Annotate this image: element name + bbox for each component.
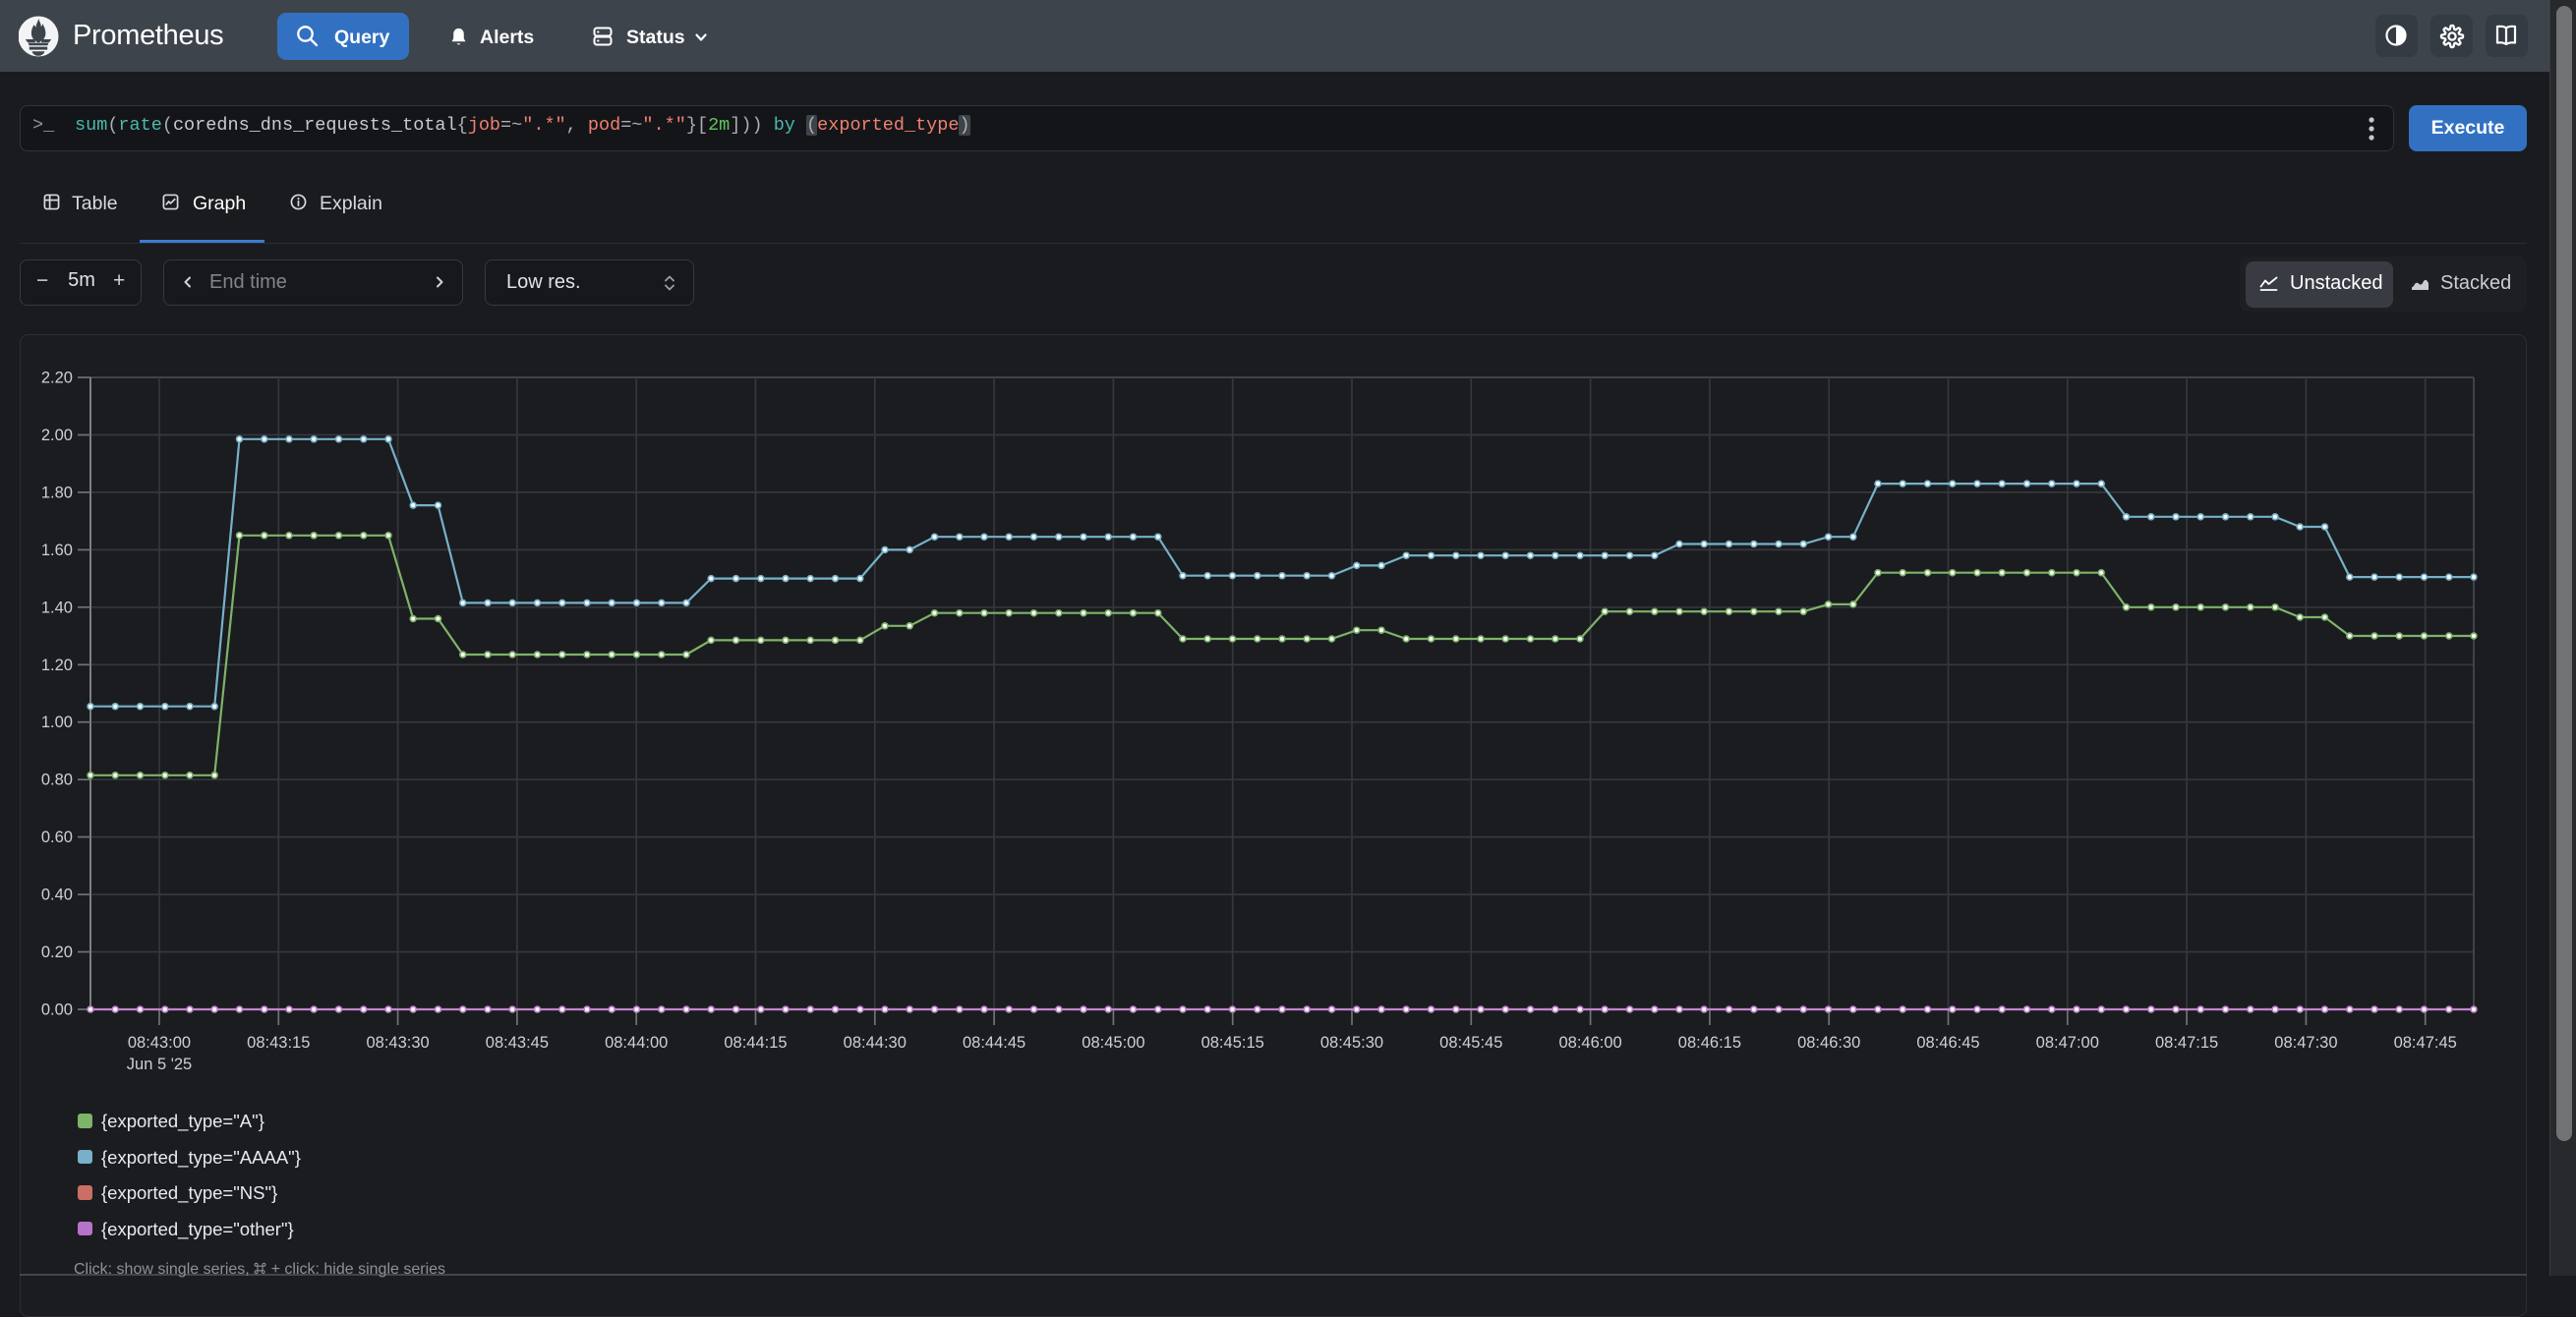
- svg-text:2.00: 2.00: [41, 427, 73, 444]
- svg-text:1.20: 1.20: [41, 657, 73, 674]
- svg-text:0.80: 0.80: [41, 772, 73, 789]
- svg-text:1.80: 1.80: [41, 484, 73, 501]
- svg-text:08:47:15: 08:47:15: [2155, 1034, 2218, 1052]
- svg-text:1.40: 1.40: [41, 599, 73, 616]
- svg-text:08:45:45: 08:45:45: [1439, 1034, 1502, 1052]
- svg-text:08:46:30: 08:46:30: [1797, 1034, 1860, 1052]
- svg-text:08:47:00: 08:47:00: [2036, 1034, 2099, 1052]
- svg-text:08:47:45: 08:47:45: [2394, 1034, 2457, 1052]
- svg-text:0.60: 0.60: [41, 829, 73, 846]
- svg-text:08:45:00: 08:45:00: [1082, 1034, 1144, 1052]
- svg-text:0.00: 0.00: [41, 1002, 73, 1019]
- svg-text:08:43:15: 08:43:15: [247, 1034, 310, 1052]
- svg-text:08:43:45: 08:43:45: [486, 1034, 549, 1052]
- svg-text:08:44:15: 08:44:15: [724, 1034, 787, 1052]
- svg-text:08:43:30: 08:43:30: [366, 1034, 429, 1052]
- svg-text:1.00: 1.00: [41, 714, 73, 731]
- svg-text:08:44:00: 08:44:00: [605, 1034, 668, 1052]
- svg-text:08:46:15: 08:46:15: [1678, 1034, 1741, 1052]
- svg-text:Jun 5 '25: Jun 5 '25: [127, 1056, 192, 1073]
- svg-text:08:44:45: 08:44:45: [963, 1034, 1025, 1052]
- svg-text:08:44:30: 08:44:30: [844, 1034, 907, 1052]
- svg-text:08:45:15: 08:45:15: [1201, 1034, 1264, 1052]
- svg-text:08:46:45: 08:46:45: [1916, 1034, 1979, 1052]
- svg-text:08:45:30: 08:45:30: [1320, 1034, 1383, 1052]
- svg-text:1.60: 1.60: [41, 542, 73, 559]
- svg-text:0.20: 0.20: [41, 944, 73, 961]
- svg-text:08:46:00: 08:46:00: [1558, 1034, 1621, 1052]
- svg-text:0.40: 0.40: [41, 887, 73, 904]
- svg-text:08:47:30: 08:47:30: [2274, 1034, 2337, 1052]
- svg-text:08:43:00: 08:43:00: [128, 1034, 191, 1052]
- svg-text:2.20: 2.20: [41, 370, 73, 387]
